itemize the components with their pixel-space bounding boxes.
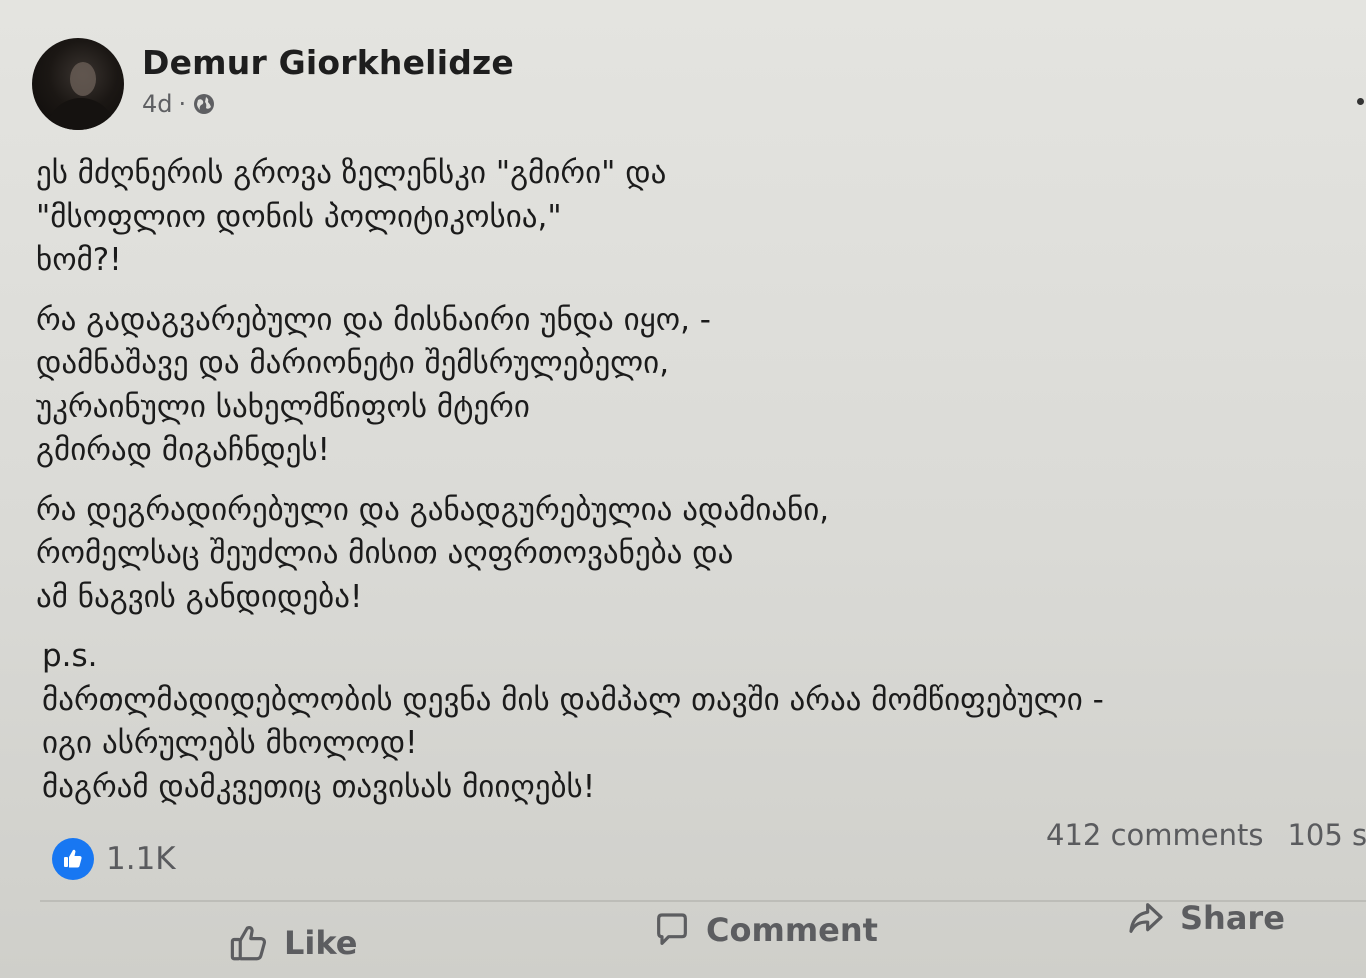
speech-bubble-icon bbox=[657, 913, 687, 945]
post-meta: 4d · bbox=[142, 90, 514, 118]
avatar-face bbox=[70, 62, 96, 96]
text-line: გმირად მიგაჩნდეს! bbox=[36, 432, 330, 468]
post-paragraph: რა გადაგვარებული და მისნაირი უნდა იყო, -… bbox=[36, 299, 1236, 473]
share-arrow-icon bbox=[1129, 903, 1163, 933]
reaction-count: 1.1K bbox=[106, 841, 176, 877]
text-line: რა გადაგვარებული და მისნაირი უნდა იყო, - bbox=[36, 301, 711, 338]
author-info: Demur Giorkhelidze 4d · bbox=[142, 43, 514, 118]
text-line: რომელსაც შეუძლია მისით აღფრთოვანება და bbox=[36, 535, 734, 571]
share-button[interactable]: Share bbox=[1126, 898, 1285, 938]
post-timestamp[interactable]: 4d bbox=[142, 90, 173, 118]
facebook-post: Demur Giorkhelidze 4d · ეს მძღნერის გროვ… bbox=[0, 0, 1366, 978]
text-line: უკრაინული სახელმწიფოს მტერი bbox=[36, 388, 530, 425]
reactions-summary[interactable]: 1.1K bbox=[52, 838, 176, 880]
text-line: ხომ?! bbox=[36, 242, 122, 278]
text-line: ამ ნაგვის განდიდება! bbox=[36, 578, 363, 615]
comments-count[interactable]: 412 comments bbox=[1046, 818, 1263, 852]
post-text: ეს მძღნერის გროვა ზელენსკი "გმირი" და "მ… bbox=[36, 152, 1236, 825]
text-line: დამნაშავე და მარიონეტი შემსრულებელი, bbox=[36, 345, 670, 381]
share-label: Share bbox=[1180, 899, 1285, 937]
post-paragraph: ეს მძღნერის გროვა ზელენსკი "გმირი" და "მ… bbox=[36, 152, 1236, 283]
text-line: რა დეგრადირებული და განადგურებულია ადამი… bbox=[36, 491, 830, 528]
text-line: ეს მძღნერის გროვა ზელენსკი "გმირი" და bbox=[36, 155, 667, 191]
engagement-counts: 412 comments 105 sha bbox=[1046, 818, 1366, 852]
text-line: მაგრამ დამკვეთიც თავისას მიიღებს! bbox=[42, 768, 596, 805]
thumbs-up-outline-icon bbox=[230, 926, 267, 961]
author-avatar[interactable] bbox=[32, 38, 124, 130]
comment-button[interactable]: Comment bbox=[652, 910, 878, 950]
globe-icon[interactable] bbox=[192, 92, 216, 116]
thumbs-up-icon bbox=[52, 838, 94, 880]
author-name[interactable]: Demur Giorkhelidze bbox=[142, 43, 514, 82]
more-options-icon[interactable] bbox=[1357, 98, 1364, 105]
like-label: Like bbox=[284, 924, 358, 962]
post-paragraph-ps: p.s. მართლმადიდებლობის დევნა მის დამპალ … bbox=[36, 635, 1236, 809]
post-actions: Like Comment Share bbox=[0, 899, 1366, 978]
comment-label: Comment bbox=[706, 911, 878, 949]
avatar-shoulders bbox=[46, 98, 116, 130]
like-button[interactable]: Like bbox=[228, 922, 357, 964]
text-line: იგი ასრულებს მხოლოდ! bbox=[42, 725, 418, 761]
text-line: "მსოფლიო დონის პოლიტიკოსია," bbox=[36, 198, 562, 235]
text-line: მართლმადიდებლობის დევნა მის დამპალ თავში… bbox=[42, 681, 1104, 718]
text-line: p.s. bbox=[42, 638, 98, 674]
post-paragraph: რა დეგრადირებული და განადგურებულია ადამი… bbox=[36, 489, 1236, 620]
shares-count[interactable]: 105 sha bbox=[1287, 818, 1366, 852]
post-header: Demur Giorkhelidze 4d · bbox=[32, 38, 514, 130]
post-stats: 1.1K 412 comments 105 sha bbox=[52, 818, 1366, 884]
meta-separator: · bbox=[178, 89, 187, 118]
